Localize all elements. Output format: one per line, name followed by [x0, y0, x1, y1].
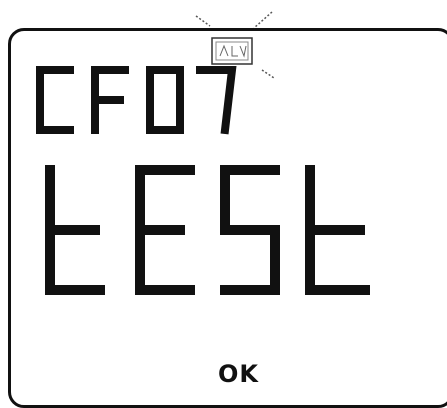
code-char-0 — [146, 66, 184, 134]
mode-char-S — [220, 165, 280, 295]
code-segment-display — [36, 66, 370, 295]
code-char-F — [91, 66, 129, 134]
mode-char-t2 — [305, 165, 370, 295]
code-char-7 — [196, 66, 237, 135]
mode-char-E — [135, 165, 195, 295]
code-char-C — [36, 66, 74, 134]
mode-char-t — [45, 165, 105, 295]
ok-label: OK — [218, 360, 259, 388]
